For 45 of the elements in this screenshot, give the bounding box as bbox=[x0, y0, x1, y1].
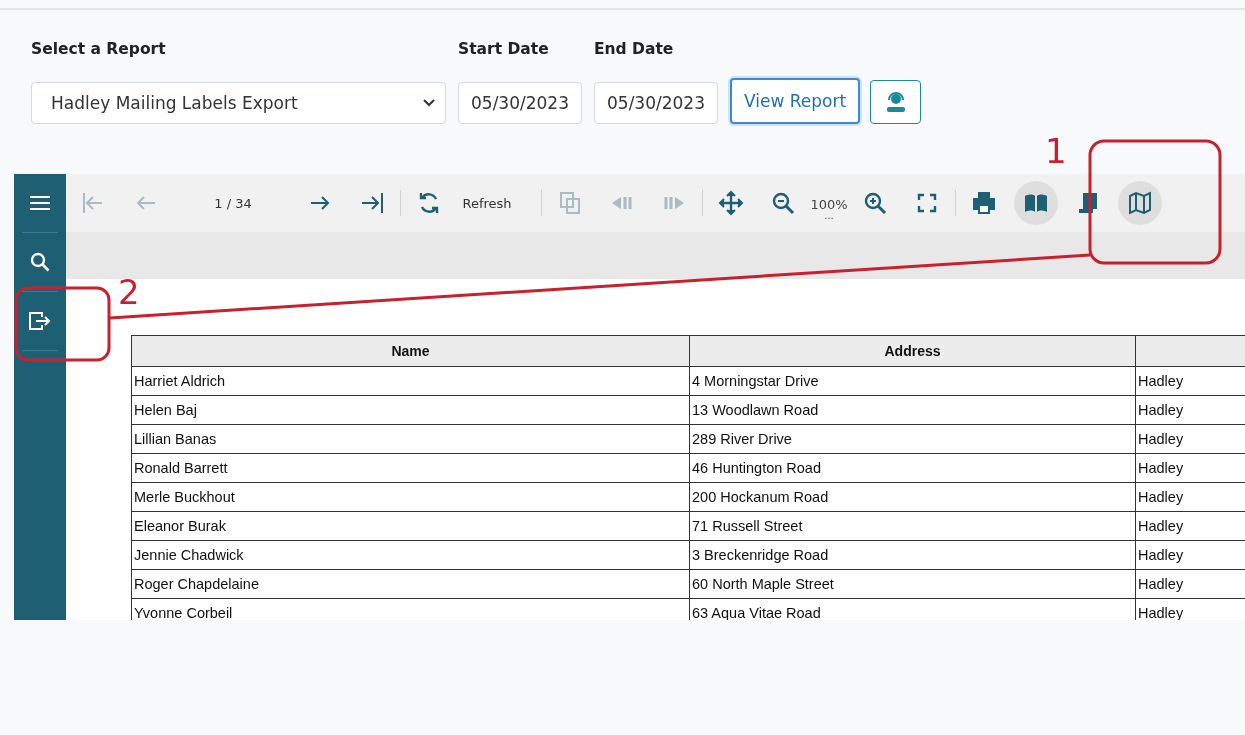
export-icon bbox=[28, 311, 52, 331]
move-icon bbox=[718, 190, 744, 216]
table-cell: Yvonne Corbeil bbox=[131, 598, 690, 620]
table-cell: Jennie Chadwick bbox=[131, 540, 690, 570]
start-date-field[interactable]: 05/30/2023 bbox=[458, 82, 582, 124]
table-cell: 289 River Drive bbox=[689, 424, 1136, 454]
page-number: 1 / 34 bbox=[213, 195, 253, 211]
chevron-down-icon bbox=[423, 99, 435, 107]
table-cell: 46 Huntington Road bbox=[689, 453, 1136, 483]
zoom-in-icon bbox=[862, 190, 888, 216]
field-label: Start Date bbox=[458, 40, 550, 60]
callout-number: 2 bbox=[118, 275, 140, 309]
table-cell: Ronald Barrett bbox=[131, 453, 690, 483]
table-cell: 60 North Maple Street bbox=[689, 569, 1136, 599]
table-cell: 71 Russell Street bbox=[689, 511, 1136, 541]
zoom-menu[interactable]: ... bbox=[824, 211, 834, 220]
last-page-icon bbox=[359, 190, 385, 216]
column-header: Name bbox=[131, 335, 690, 367]
menu-icon bbox=[29, 195, 51, 211]
end-date-field[interactable]: 05/30/2023 bbox=[594, 82, 718, 124]
copy-icon bbox=[557, 190, 583, 216]
table-cell: Eleanor Burak bbox=[131, 511, 690, 541]
table-cell: Merle Buckhout bbox=[131, 482, 690, 512]
table-cell: Roger Chapdelaine bbox=[131, 569, 690, 599]
table-cell: Harriet Aldrich bbox=[131, 366, 690, 396]
map-icon bbox=[1127, 190, 1153, 216]
view-report-button[interactable]: View Report bbox=[730, 78, 861, 124]
field-label: Select a Report bbox=[31, 40, 167, 60]
table-cell: Helen Baj bbox=[131, 395, 690, 425]
table-cell: 200 Hockanum Road bbox=[689, 482, 1136, 512]
support-button[interactable] bbox=[870, 80, 922, 124]
table-cell: 13 Woodlawn Road bbox=[689, 395, 1136, 425]
map-button[interactable] bbox=[1118, 181, 1162, 225]
search-icon bbox=[30, 252, 50, 272]
callout-number: 1 bbox=[1045, 134, 1067, 168]
report-dropdown[interactable]: Hadley Mailing Labels Export bbox=[31, 82, 446, 124]
zoom-out-icon bbox=[770, 190, 796, 216]
refresh-label[interactable]: Refresh bbox=[455, 195, 519, 211]
table-cell: Lillian Banas bbox=[131, 424, 690, 454]
column-header: Address bbox=[689, 335, 1136, 367]
field-label: End Date bbox=[594, 40, 675, 60]
zoom-level[interactable]: 100% bbox=[810, 196, 848, 212]
book-button[interactable] bbox=[1014, 181, 1058, 225]
table-cell: 4 Morningstar Drive bbox=[689, 366, 1136, 396]
table-cell: 3 Breckenridge Road bbox=[689, 540, 1136, 570]
